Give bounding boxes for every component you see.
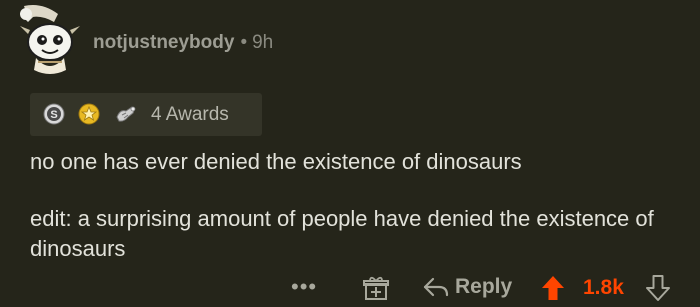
timestamp: 9h <box>252 32 274 53</box>
awards-badge[interactable]: S 4 Awards <box>30 93 262 136</box>
comment-header: notjustneybody • 9h <box>93 31 273 55</box>
separator-dot: • <box>240 32 248 53</box>
snoo-avatar-icon <box>20 5 80 74</box>
svg-text:S: S <box>50 109 57 121</box>
gold-award-icon <box>78 103 100 125</box>
downvote-button[interactable] <box>645 274 671 302</box>
gift-icon <box>363 276 389 300</box>
comment-paragraph: edit: a surprising amount of people have… <box>30 206 654 261</box>
comment-paragraph: no one has ever denied the existence of … <box>30 149 522 174</box>
comment: notjustneybody • 9h S 4 Awards no one ha… <box>0 0 700 305</box>
upvote-arrow-icon <box>542 276 564 300</box>
wholesome-award-icon <box>114 103 136 125</box>
downvote-arrow-icon <box>646 275 670 301</box>
avatar[interactable] <box>14 4 86 76</box>
more-options-button[interactable]: ••• <box>291 274 317 300</box>
reply-arrow-icon <box>423 275 449 299</box>
vote-score: 1.8k <box>583 276 624 299</box>
give-award-button[interactable] <box>362 274 390 302</box>
comment-action-bar: ••• Reply 1.8k <box>0 272 700 305</box>
reply-label: Reply <box>455 275 513 298</box>
awards-count-label: 4 Awards <box>151 104 229 125</box>
silver-award-icon: S <box>43 103 65 125</box>
username[interactable]: notjustneybody <box>93 32 234 53</box>
upvote-button[interactable] <box>540 274 566 302</box>
